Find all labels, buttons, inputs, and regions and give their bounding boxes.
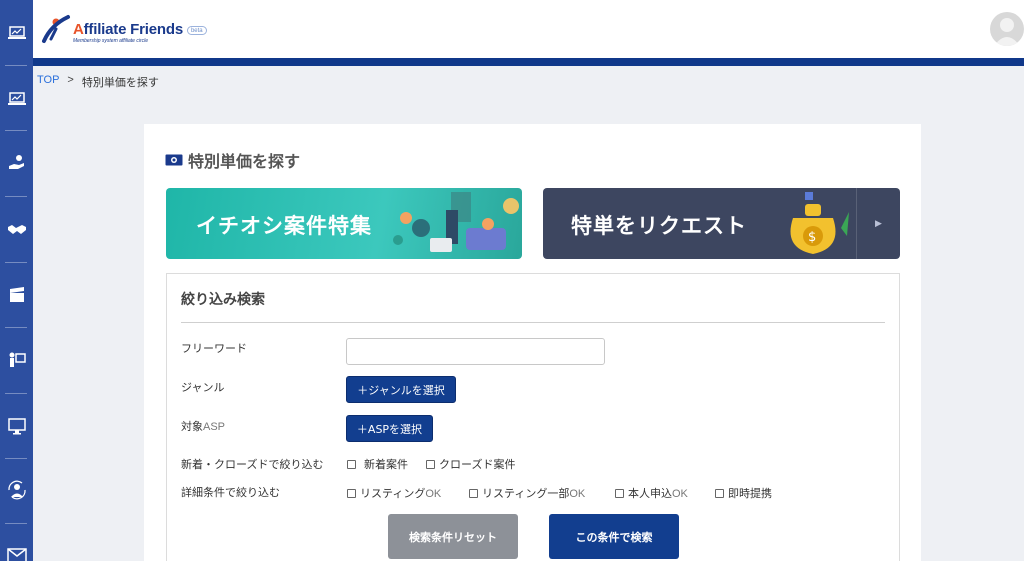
- new-campaign-checkbox[interactable]: 新着案件: [347, 456, 408, 472]
- listing-ok-checkbox[interactable]: リスティングOK: [347, 485, 441, 501]
- header-accent-bar: [33, 58, 1024, 66]
- filter-divider: [181, 322, 885, 323]
- featured-campaign-banner[interactable]: イチオシ案件特集: [166, 188, 522, 259]
- closed-campaign-checkbox[interactable]: クローズド案件: [426, 456, 515, 472]
- monitor-icon[interactable]: [0, 411, 33, 441]
- breadcrumb: TOP > 特別単価を探す: [37, 74, 159, 90]
- genre-label: ジャンル: [181, 381, 225, 394]
- featured-banner-text: イチオシ案件特集: [196, 214, 372, 238]
- new-close-filter-label: 新着・クローズドで絞り込む: [181, 458, 324, 471]
- page-title-text: 特別単価を探す: [188, 152, 301, 171]
- presenter-icon[interactable]: [0, 345, 33, 375]
- checkbox-icon[interactable]: [347, 488, 356, 498]
- logo-subtitle: Membership system affiliate circle: [73, 38, 149, 44]
- breadcrumb-current: 特別単価を探す: [81, 77, 159, 89]
- instant-partnership-checkbox[interactable]: 即時提携: [715, 485, 772, 501]
- checkbox-icon[interactable]: [469, 488, 478, 498]
- listing-partial-ok-checkbox[interactable]: リスティング一部OK: [469, 485, 585, 501]
- detail-filter-label: 詳細条件で絞り込む: [181, 486, 280, 499]
- mail-icon[interactable]: [0, 540, 33, 561]
- money-icon: [165, 154, 183, 166]
- sidebar-divider: [5, 262, 27, 263]
- hand-coin-icon[interactable]: [0, 148, 33, 178]
- request-banner-text: 特単をリクエスト: [571, 214, 747, 238]
- special-rate-request-banner[interactable]: $ 特単をリクエスト ▶: [543, 188, 900, 259]
- page-title: 特別単価を探す: [165, 148, 300, 172]
- reset-filters-button[interactable]: 検索条件リセット: [388, 514, 518, 559]
- arrow-right-icon[interactable]: ▶: [856, 188, 900, 259]
- filter-search-title: 絞り込み検索: [181, 292, 265, 308]
- sidebar-divider: [5, 65, 27, 66]
- top-header: Affiliate Friends Membership system affi…: [33, 0, 1024, 58]
- logo-title: Affiliate Friends: [73, 21, 183, 38]
- sidebar-divider: [5, 196, 27, 197]
- laptop-chart-icon[interactable]: [0, 84, 33, 114]
- select-asp-button[interactable]: ＋ASPを選択: [346, 415, 433, 442]
- clapperboard-icon[interactable]: [0, 280, 33, 310]
- sidebar-divider: [5, 327, 27, 328]
- checkbox-icon[interactable]: [615, 488, 624, 498]
- asp-label: 対象ASP: [181, 420, 226, 433]
- app-logo[interactable]: Affiliate Friends Membership system affi…: [41, 13, 207, 45]
- sidebar-divider: [5, 393, 27, 394]
- laptop-chart-icon[interactable]: [0, 18, 33, 48]
- checkbox-icon[interactable]: [347, 459, 356, 469]
- sidebar-divider: [5, 523, 27, 524]
- checkbox-icon[interactable]: [715, 488, 724, 498]
- main-card: 特別単価を探す イチオシ案件特集 $ 特単をリクエスト ▶ 絞り込み検索 フリー…: [144, 124, 921, 561]
- breadcrumb-separator: >: [67, 74, 74, 86]
- freeword-label: フリーワード: [181, 342, 247, 355]
- checkbox-icon[interactable]: [426, 459, 435, 469]
- user-sync-icon[interactable]: [0, 475, 33, 505]
- breadcrumb-home-link[interactable]: TOP: [37, 74, 59, 90]
- handshake-icon[interactable]: [0, 214, 33, 244]
- filter-search-panel: 絞り込み検索 フリーワード ジャンル ＋ジャンルを選択 対象ASP ＋ASPを選…: [166, 273, 900, 561]
- search-submit-button[interactable]: この条件で検索: [549, 514, 679, 559]
- sidebar-divider: [5, 130, 27, 131]
- beta-badge: beta: [186, 26, 207, 35]
- logo-mark-icon: [42, 15, 70, 43]
- avatar[interactable]: [990, 12, 1024, 46]
- sidebar: [0, 0, 33, 561]
- svg-text:$: $: [808, 230, 816, 245]
- sidebar-divider: [5, 458, 27, 459]
- freeword-input[interactable]: [346, 338, 605, 365]
- select-genre-button[interactable]: ＋ジャンルを選択: [346, 376, 456, 403]
- self-application-ok-checkbox[interactable]: 本人申込OK: [615, 485, 688, 501]
